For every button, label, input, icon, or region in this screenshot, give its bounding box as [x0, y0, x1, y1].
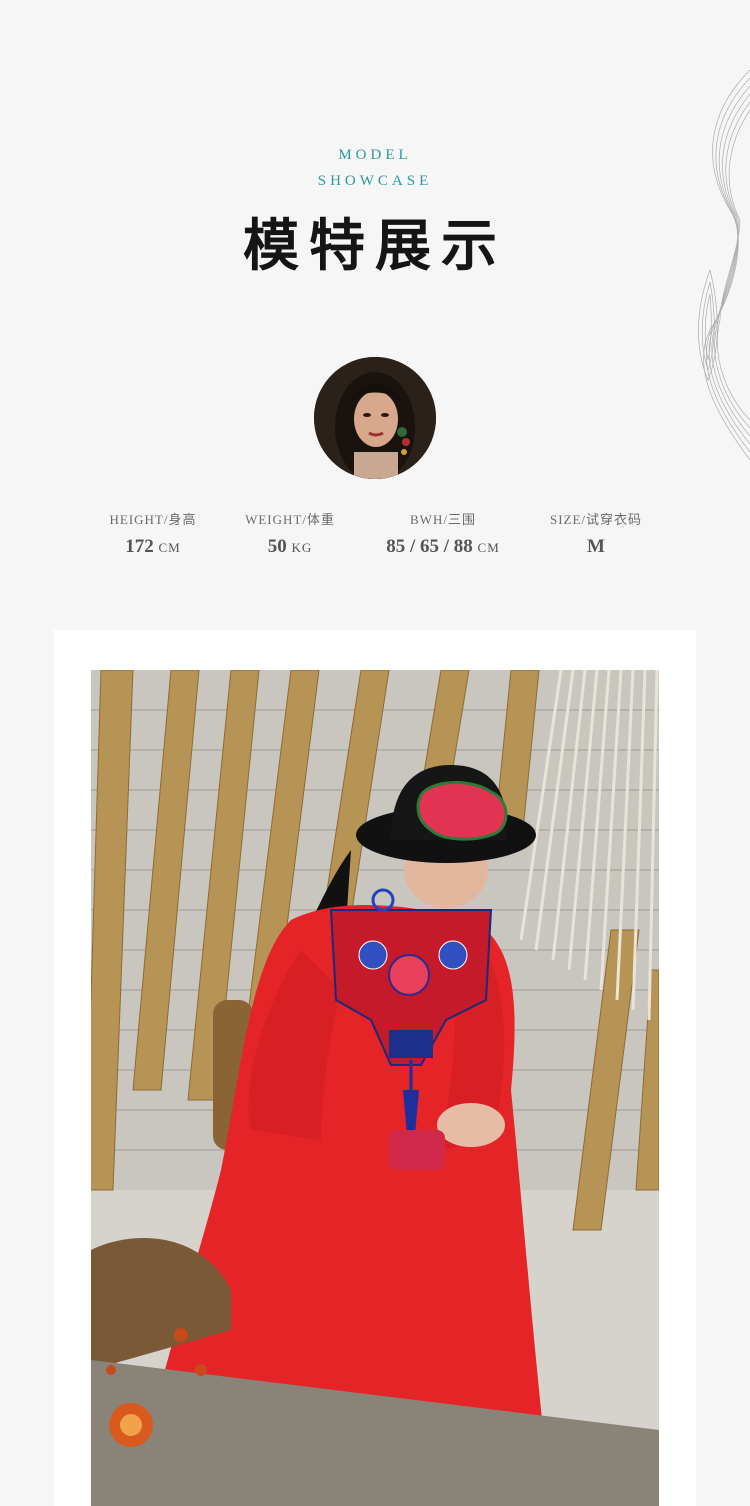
model-stats: HEIGHT/身高 172 CM WEIGHT/体重 50 KG BWH/三围 …	[0, 510, 750, 570]
stat-value: M	[506, 530, 686, 565]
stat-size: SIZE/试穿衣码 M	[506, 510, 686, 565]
stat-label: SIZE/试穿衣码	[549, 512, 643, 527]
stat-number: 50	[267, 536, 287, 557]
model-avatar	[314, 357, 436, 479]
stat-unit: KG	[291, 540, 313, 555]
section-title-en-line2: SHOWCASE	[317, 173, 433, 189]
stat-unit: CM	[158, 540, 181, 555]
stat-number: 85 / 65 / 88	[386, 536, 473, 557]
model-photo	[91, 670, 659, 1506]
stat-unit: CM	[477, 540, 500, 555]
stat-number: M	[587, 536, 605, 557]
section-title-cn: 模特展示	[243, 213, 507, 279]
stat-number: 172	[125, 536, 154, 557]
section-title-en-line1: MODEL	[338, 147, 412, 163]
